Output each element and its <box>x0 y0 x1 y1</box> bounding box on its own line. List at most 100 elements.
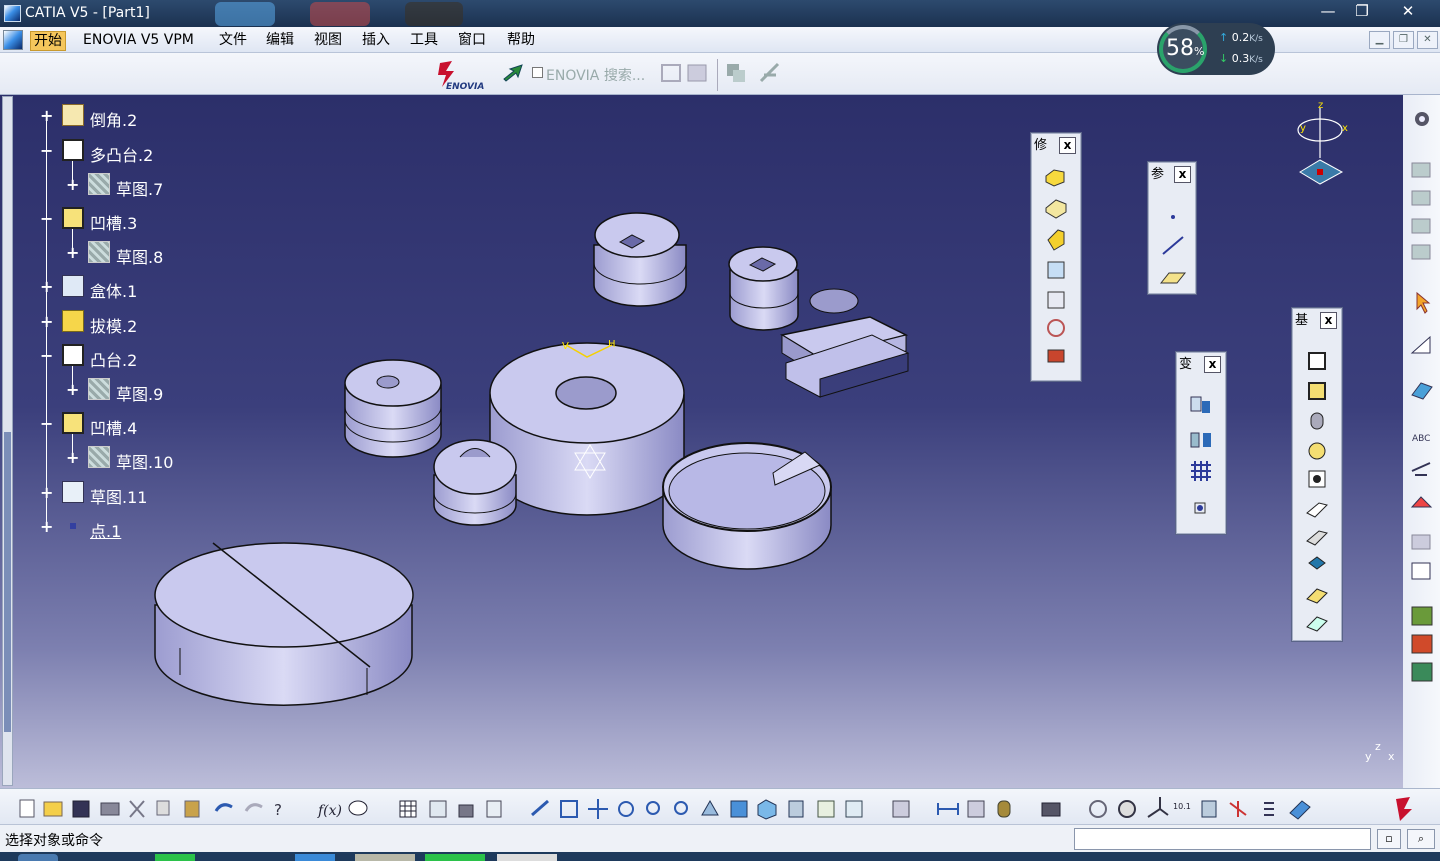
expand-icon[interactable]: + <box>40 485 53 501</box>
enovia-logo-icon[interactable]: ENOVIA <box>432 57 502 91</box>
shading-icon <box>788 800 804 818</box>
menu-enovia[interactable]: ENOVIA V5 VPM <box>80 31 197 51</box>
tree-node-label: 凹槽.4 <box>90 419 138 438</box>
tree-scrollbar[interactable] <box>2 96 13 786</box>
part-torus[interactable] <box>433 439 517 526</box>
rule-icon <box>486 800 502 818</box>
mirror-icon <box>1190 432 1211 448</box>
part-large-disk[interactable] <box>154 542 414 706</box>
pad-icon <box>62 344 84 366</box>
menu-tools[interactable]: 工具 <box>407 31 441 51</box>
collapse-icon[interactable]: − <box>40 211 53 227</box>
palette-close-button[interactable]: x <box>1059 137 1076 154</box>
menu-insert[interactable]: 插入 <box>359 31 393 51</box>
taskbar-app-icon[interactable] <box>425 854 485 861</box>
expand-icon[interactable]: + <box>66 177 79 193</box>
enovia-search-label[interactable]: ENOVIA 搜索... <box>546 65 645 85</box>
sketch-based-tool-icons[interactable] <box>1301 335 1335 640</box>
menu-file[interactable]: 文件 <box>216 31 250 51</box>
publication-icon[interactable] <box>758 61 784 85</box>
catalog-icon[interactable] <box>724 61 750 85</box>
catalog-browser-icon <box>1411 562 1431 580</box>
enovia-connect-icon[interactable] <box>502 61 528 85</box>
hide-show-icon <box>817 800 835 818</box>
app-menu-icon[interactable] <box>3 30 23 50</box>
part-square-hole-cylinder-small[interactable] <box>728 246 799 331</box>
pocket-icon <box>62 412 84 434</box>
menu-edit[interactable]: 编辑 <box>263 31 297 51</box>
remove-face-icon <box>1047 349 1065 363</box>
collapse-icon[interactable]: − <box>40 416 53 432</box>
expand-icon[interactable]: + <box>66 450 79 466</box>
doc-close-button[interactable]: ✕ <box>1417 31 1438 49</box>
sketcher-icon <box>1410 335 1431 354</box>
fly-mode-icon <box>531 799 549 817</box>
background-blob <box>310 2 370 26</box>
expand-icon[interactable]: + <box>40 279 53 295</box>
material-icon <box>1410 496 1433 508</box>
rotate-icon <box>618 801 634 817</box>
layer-icon <box>1264 802 1274 816</box>
right-toolbar: ABC <box>1403 95 1440 788</box>
right-toolbar-icons[interactable]: ABC <box>1403 95 1440 788</box>
axis-system-icon <box>1147 797 1169 818</box>
taskbar-app-icon[interactable] <box>355 854 415 861</box>
taskbar-app-icon[interactable] <box>295 854 335 861</box>
pad-tool-icon <box>1308 352 1326 370</box>
taskbar-app-icon[interactable] <box>497 854 557 861</box>
part-square-hole-cylinder[interactable] <box>593 212 687 307</box>
doc-restore-button[interactable]: ❐ <box>1393 31 1414 49</box>
graphic-properties-icon <box>892 800 910 818</box>
reference-tool-icons[interactable] <box>1155 189 1191 289</box>
maximize-button[interactable]: ❐ <box>1340 0 1384 22</box>
close-button[interactable]: ✕ <box>1384 0 1432 22</box>
transform-tool-icons[interactable] <box>1185 383 1219 533</box>
shaft-icon <box>1310 412 1324 430</box>
expand-icon[interactable]: + <box>66 382 79 398</box>
inertia-icon <box>997 800 1011 818</box>
tree-node-label: 草图.11 <box>90 488 148 507</box>
svg-text:10.1: 10.1 <box>1173 802 1191 811</box>
surface-icon <box>1411 382 1433 400</box>
taskbar-start-icon[interactable] <box>18 854 58 861</box>
doc-minimize-button[interactable]: ▁ <box>1369 31 1390 49</box>
tree-node-label: 多凸台.2 <box>90 146 154 165</box>
menu-start[interactable]: 开始 <box>30 31 66 51</box>
part-grooved-cylinder-left[interactable] <box>344 359 442 458</box>
paste-icon <box>184 800 200 818</box>
expand-icon[interactable]: + <box>40 108 53 124</box>
os-taskbar <box>0 852 1440 861</box>
zoom-out-icon <box>674 801 688 815</box>
taskbar-app-icon[interactable] <box>155 854 195 861</box>
palette-reference: 参 x <box>1148 162 1196 294</box>
part-block-counterbore[interactable] <box>779 288 910 398</box>
collapse-icon[interactable]: − <box>40 143 53 159</box>
part-center-cylinder[interactable]: V H <box>489 339 685 516</box>
expand-icon[interactable]: + <box>66 245 79 261</box>
normal-view-icon <box>701 799 719 816</box>
enovia-search-checkbox[interactable] <box>532 67 543 78</box>
command-search-button[interactable]: ⌕ <box>1407 829 1435 849</box>
compass-z-label: z <box>1318 100 1323 111</box>
command-input[interactable] <box>1074 828 1371 850</box>
expand-icon[interactable]: + <box>40 519 53 535</box>
menu-window[interactable]: 窗口 <box>455 31 489 51</box>
compare-icon <box>1201 800 1217 818</box>
dressup-tool-icons[interactable] <box>1040 162 1074 377</box>
palette-close-button[interactable]: x <box>1174 166 1191 183</box>
part-open-cup[interactable] <box>662 442 832 570</box>
bottom-toolbar-icons[interactable]: ? f(x) 10.1 <box>0 789 1440 825</box>
collapse-icon[interactable]: − <box>40 348 53 364</box>
tree-node-label: 点.1 <box>90 522 122 541</box>
scrollbar-thumb[interactable] <box>4 432 11 732</box>
expand-icon[interactable]: + <box>40 314 53 330</box>
menu-view[interactable]: 视图 <box>311 31 345 51</box>
palette-close-button[interactable]: x <box>1204 356 1221 373</box>
command-browse-button[interactable]: ▫ <box>1377 829 1401 849</box>
catia-window: { "window": {"title": "CATIA V5 - [Part1… <box>0 0 1440 861</box>
fillet-icon <box>1045 169 1065 187</box>
compass-icon[interactable]: z y x <box>1292 98 1362 190</box>
menu-help[interactable]: 帮助 <box>504 31 538 51</box>
tree-node-label: 凹槽.3 <box>90 214 138 233</box>
palette-close-button[interactable]: x <box>1320 312 1337 329</box>
